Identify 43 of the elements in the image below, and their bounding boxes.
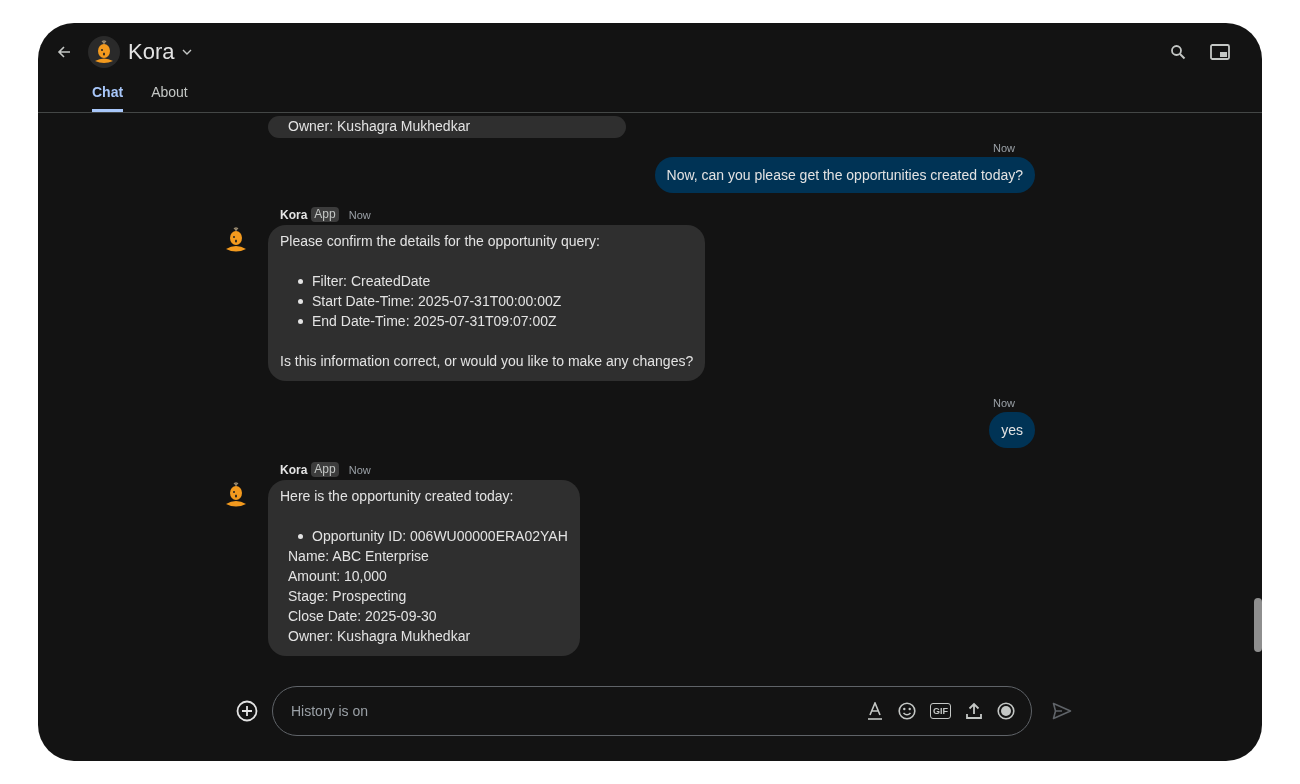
record-icon[interactable] xyxy=(997,702,1015,720)
app-badge: App xyxy=(311,207,339,222)
bullet-icon xyxy=(298,533,303,539)
user-message: Now, can you please get the opportunities created today? xyxy=(654,157,1035,193)
bullet-icon xyxy=(298,298,303,304)
search-icon[interactable] xyxy=(1170,43,1186,60)
timestamp: Now xyxy=(993,142,1015,154)
message-line: Close Date: 2025-09-30 xyxy=(288,607,438,626)
sender-name: Kora xyxy=(280,462,308,477)
bullet-icon xyxy=(298,318,303,324)
message-line: Name: ABC Enterprise xyxy=(288,547,430,566)
caret-icon[interactable] xyxy=(182,48,193,55)
chat-title: Kora xyxy=(128,38,175,65)
message-line: Owner: Kushagra Mukhedkar xyxy=(288,627,472,646)
list-item: Start Date-Time: 2025-07-31T00:00:00Z xyxy=(312,292,562,311)
timestamp: Now xyxy=(348,208,371,221)
tab[interactable]: About xyxy=(151,84,188,112)
text-format-icon[interactable] xyxy=(866,702,884,720)
message-text: Is this information correct, or would you like to make any changes? xyxy=(280,352,694,371)
gif-icon[interactable]: GIF xyxy=(930,703,951,719)
message-line: Owner: Kushagra Mukhedkar xyxy=(288,117,472,136)
timestamp: Now xyxy=(348,463,371,476)
add-icon[interactable] xyxy=(236,700,258,722)
message-text: Here is the opportunity created today: xyxy=(280,487,515,506)
list-item: Opportunity ID: 006WU00000ERA02YAH xyxy=(312,527,568,546)
user-message: yes xyxy=(989,412,1035,448)
app-badge: App xyxy=(311,462,339,477)
message-text: Please confirm the details for the opportunity query: xyxy=(280,232,601,251)
picture-in-picture-icon[interactable] xyxy=(1210,43,1230,60)
message-line: Amount: 10,000 xyxy=(288,567,388,586)
upload-icon[interactable] xyxy=(965,702,983,720)
bullet-icon xyxy=(298,278,303,284)
sender-name: Kora xyxy=(280,207,308,222)
emoji-icon[interactable] xyxy=(898,702,916,720)
back-icon[interactable] xyxy=(56,43,72,60)
scrollbar-thumb[interactable] xyxy=(1254,598,1262,652)
message-input[interactable]: History is on GIF xyxy=(272,686,1032,736)
tab[interactable]: Chat xyxy=(92,84,124,112)
list-item: Filter: CreatedDate xyxy=(312,272,431,291)
list-item: End Date-Time: 2025-07-31T09:07:00Z xyxy=(312,312,557,331)
message-line: Stage: Prospecting xyxy=(288,587,408,606)
timestamp: Now xyxy=(993,397,1015,409)
avatar-icon xyxy=(88,35,120,68)
